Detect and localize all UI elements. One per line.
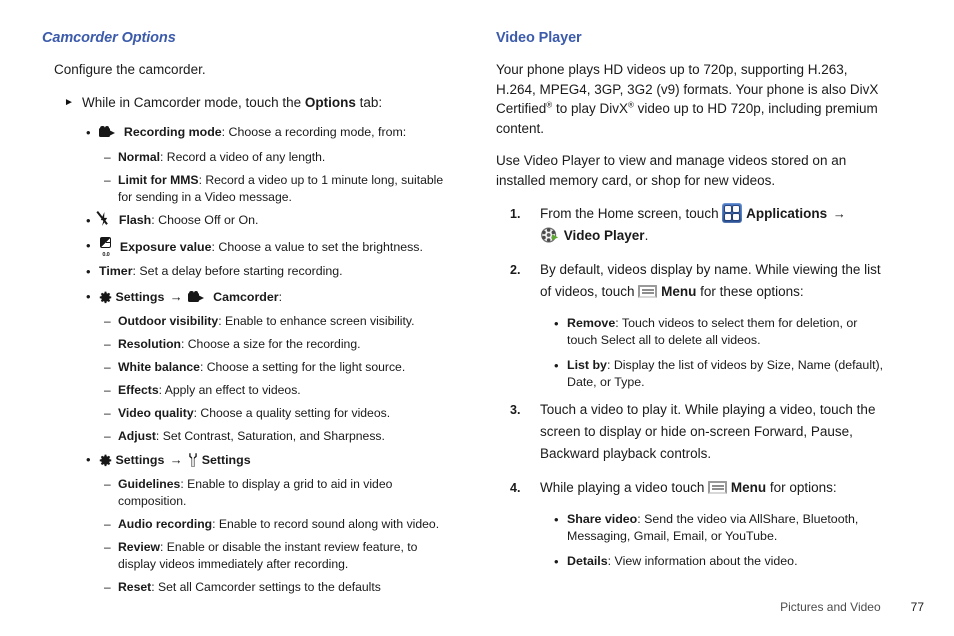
menu-key-icon (638, 285, 658, 298)
camcorder-intro-text: Configure the camcorder. (54, 62, 206, 77)
bullet-dot: • (86, 125, 91, 140)
sub-item-video-quality: – Video quality: Choose a quality settin… (104, 406, 391, 420)
list-item-settings-camcorder: • Settings → Camcorder: (86, 289, 283, 304)
left-column: Camcorder Options Configure the camcorde… (0, 30, 450, 602)
step-item-4: 4. While playing a video touch Menu for … (496, 477, 890, 499)
list-item-flash: • Flash: Choose Off or On. (86, 211, 259, 228)
sub-item-limit-for-mms: – Limit for MMS: Record a video up to 1 … (104, 173, 444, 204)
sub-item-effects: – Effects: Apply an effect to videos. (104, 383, 301, 397)
page-footer: Pictures and Video 77 (0, 600, 924, 614)
list-item-recording-mode: • Recording mode: Choose a recording mod… (42, 124, 444, 142)
bullet-dot: • (86, 289, 91, 304)
flash-off-icon (96, 211, 112, 227)
dash-marker: – (104, 580, 111, 594)
bullet-dot: • (554, 512, 559, 527)
sub-item-share-video: • Share video: Send the video via AllSha… (554, 512, 859, 543)
menu-key-icon (708, 481, 728, 494)
step-item-1: 1. From the Home screen, touch Applicati… (496, 203, 890, 247)
step-number: 3. (510, 403, 521, 417)
step-3-text: Touch a video to play it. While playing … (540, 402, 876, 461)
camcorder-options-instruction: While in Camcorder mode, touch the Optio… (82, 94, 383, 110)
applications-icon (722, 203, 743, 223)
sub-item-details: • Details: View information about the vi… (554, 554, 798, 569)
manual-page: Camcorder Options Configure the camcorde… (0, 0, 954, 636)
sub-item-outdoor-visibility: – Outdoor visibility: Enable to enhance … (104, 314, 415, 328)
list-item-timer: • Timer: Set a delay before starting rec… (86, 264, 343, 279)
bullet-dot: • (86, 264, 91, 279)
camcorder-options-arrow-item: ► While in Camcorder mode, touch the Opt… (42, 93, 444, 113)
bullet-dot: • (554, 316, 559, 331)
camcorder-options-heading: Camcorder Options (42, 30, 176, 46)
camcorder-icon (99, 126, 117, 139)
video-player-paragraph-1: Your phone plays HD videos up to 720p, s… (496, 62, 879, 136)
sub-item-adjust: – Adjust: Set Contrast, Saturation, and … (104, 429, 385, 443)
sub-item-reset: – Reset: Set all Camcorder settings to t… (104, 580, 381, 594)
gear-icon (99, 454, 112, 467)
dash-marker: – (104, 173, 111, 187)
gear-icon (99, 291, 112, 304)
video-player-heading: Video Player (496, 30, 582, 46)
step-item-2: 2. By default, videos display by name. W… (496, 259, 890, 303)
dash-marker: – (104, 150, 111, 164)
sub-item-white-balance: – White balance: Choose a setting for th… (104, 360, 406, 374)
bullet-dot: • (86, 213, 91, 228)
arrow-right-glyph: → (832, 206, 846, 221)
sub-item-resolution: – Resolution: Choose a size for the reco… (104, 337, 361, 351)
bullet-dot: • (554, 358, 559, 373)
arrow-right-glyph: → (169, 289, 183, 304)
term-recording-mode: Recording mode (123, 125, 222, 139)
sub-item-review: – Review: Enable or disable the instant … (104, 540, 418, 571)
exposure-value-icon: 0.0 (99, 237, 113, 258)
right-column: Video Player Your phone plays HD videos … (450, 30, 920, 602)
step-number: 4. (510, 481, 521, 495)
sub-item-audio-recording: – Audio recording: Enable to record soun… (104, 517, 440, 531)
sub-item-normal: – Normal: Record a video of any length. (104, 150, 326, 164)
bullet-dot: • (86, 452, 91, 467)
video-player-paragraph-2: Use Video Player to view and manage vide… (496, 153, 847, 188)
sub-item-guidelines: – Guidelines: Enable to display a grid t… (104, 477, 393, 508)
step-number: 1. (510, 207, 521, 221)
step-item-3: 3. Touch a video to play it. While playi… (496, 399, 890, 465)
dash-marker: – (104, 360, 111, 374)
step-number: 2. (510, 263, 521, 277)
list-item-settings-settings: • Settings → Settings (86, 452, 251, 467)
dash-marker: – (104, 406, 111, 420)
video-player-icon (540, 226, 560, 244)
dash-marker: – (104, 383, 111, 397)
dash-marker: – (104, 517, 111, 531)
arrow-right-glyph: → (169, 452, 183, 467)
sub-item-list-by: • List by: Display the list of videos by… (554, 358, 884, 389)
footer-page-number: 77 (910, 600, 924, 614)
camcorder-icon (188, 291, 206, 304)
triangle-right-icon: ► (64, 96, 74, 108)
dash-marker: – (104, 314, 111, 328)
wrench-icon (188, 453, 198, 467)
two-column-layout: Camcorder Options Configure the camcorde… (0, 30, 954, 602)
dash-marker: – (104, 429, 111, 443)
bullet-dot: • (86, 238, 91, 253)
sub-item-remove: • Remove: Touch videos to select them fo… (554, 316, 858, 347)
footer-chapter-label: Pictures and Video (780, 600, 881, 614)
list-item-exposure-value: • 0.0 Exposure value: Choose a value to … (86, 237, 423, 258)
dash-marker: – (104, 477, 111, 491)
dash-marker: – (104, 540, 111, 554)
dash-marker: – (104, 337, 111, 351)
bullet-dot: • (554, 554, 559, 569)
desc-recording-mode: : Choose a recording mode, from: (221, 125, 407, 139)
